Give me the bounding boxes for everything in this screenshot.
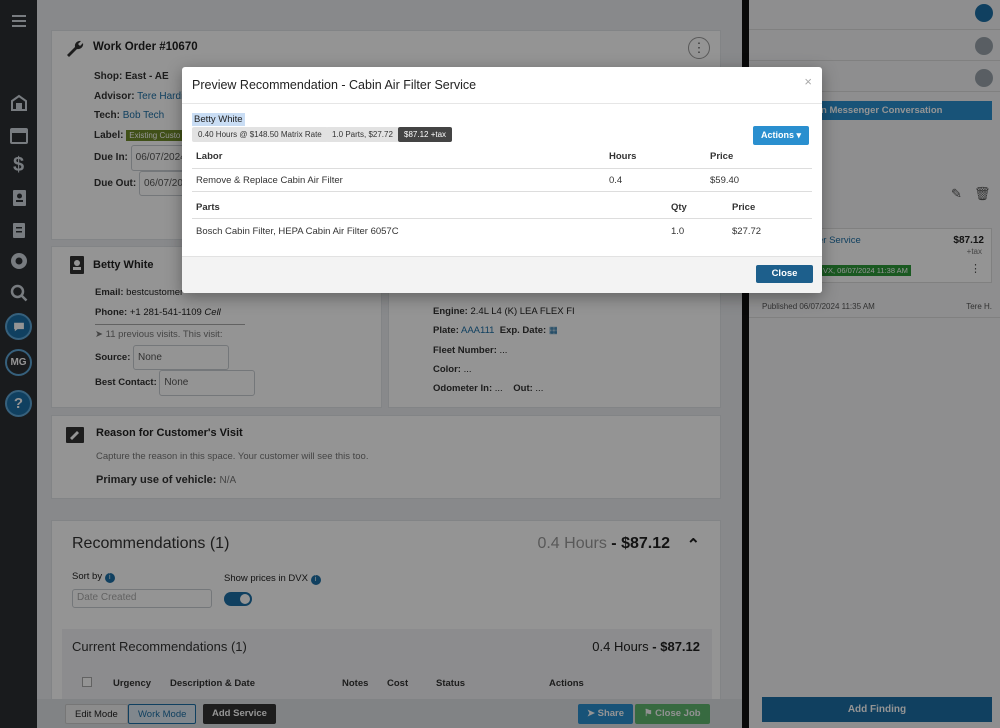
labor-price: $59.40 bbox=[710, 175, 740, 186]
part-description: Bosch Cabin Filter, HEPA Cabin Air Filte… bbox=[196, 226, 399, 237]
total-chip: $87.12 +tax bbox=[398, 127, 453, 142]
part-qty: 1.0 bbox=[671, 226, 685, 237]
caret-down-icon: ▾ bbox=[796, 130, 802, 140]
modal-footer bbox=[182, 256, 822, 293]
labor-header: Labor bbox=[196, 151, 223, 162]
labor-description: Remove & Replace Cabin Air Filter bbox=[196, 175, 343, 186]
qty-header: Qty bbox=[671, 202, 687, 213]
labor-hours: 0.4 bbox=[609, 175, 623, 186]
price-header: Price bbox=[732, 202, 756, 213]
modal-title: Preview Recommendation - Cabin Air Filte… bbox=[192, 78, 477, 92]
parts-chip: 1.0 Parts, $27.72 bbox=[326, 127, 399, 142]
hours-header: Hours bbox=[609, 151, 637, 162]
preview-recommendation-modal: Preview Recommendation - Cabin Air Filte… bbox=[182, 67, 822, 293]
part-price: $27.72 bbox=[732, 226, 762, 237]
labor-chip: 0.40 Hours @ $148.50 Matrix Rate bbox=[192, 127, 328, 142]
close-button[interactable]: Close bbox=[756, 265, 813, 283]
close-icon[interactable]: × bbox=[804, 74, 812, 89]
price-header: Price bbox=[710, 151, 734, 162]
customer-name: Betty White bbox=[192, 113, 245, 126]
actions-dropdown[interactable]: Actions ▾ bbox=[753, 126, 810, 145]
parts-header: Parts bbox=[196, 202, 220, 213]
